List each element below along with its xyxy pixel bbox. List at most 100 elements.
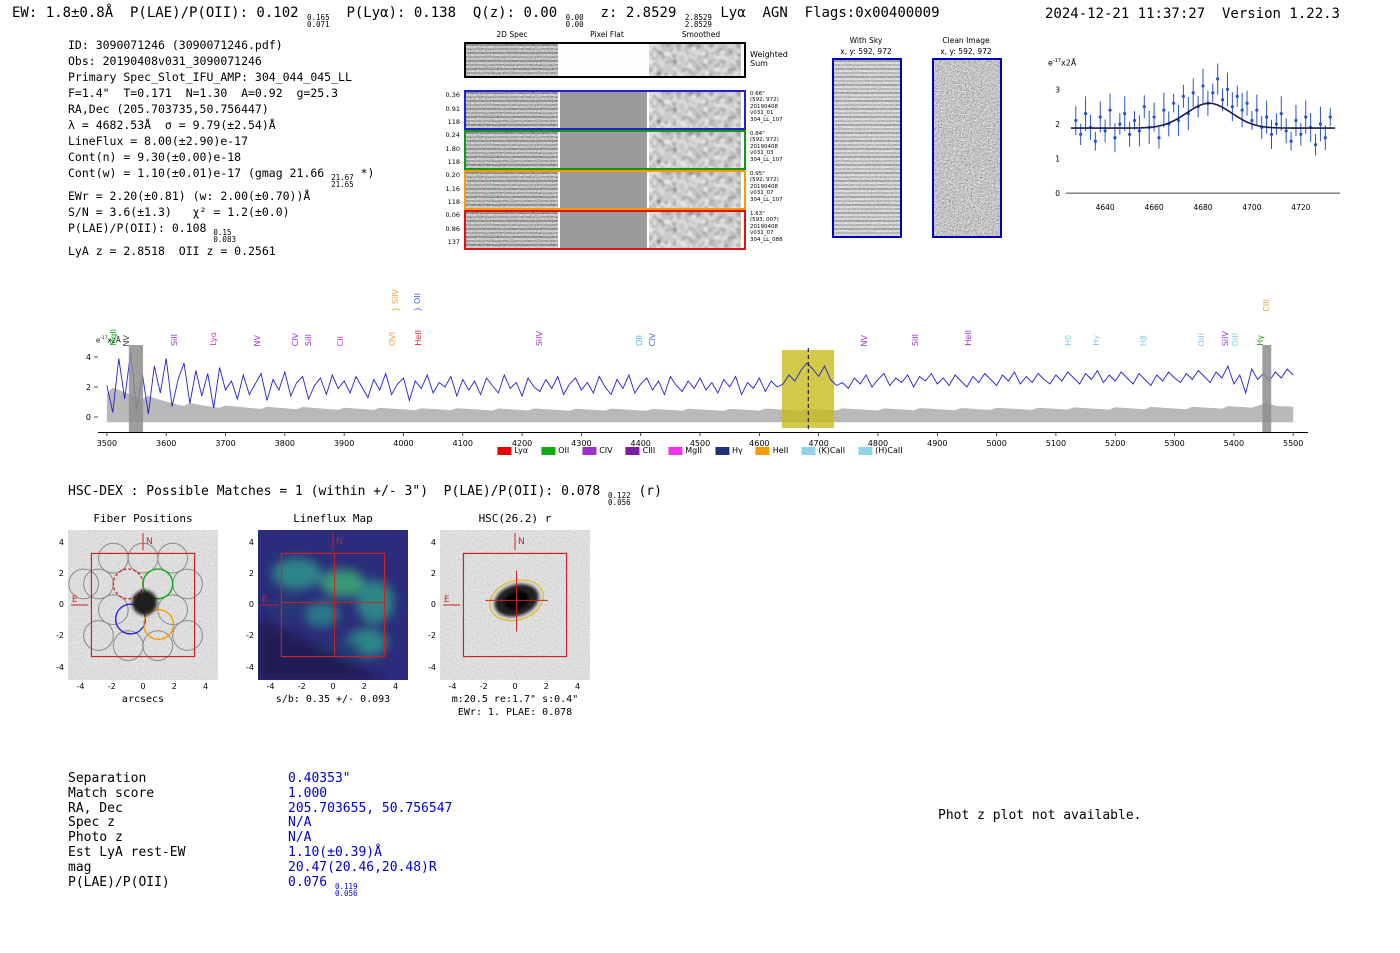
- emission-line-label-OIII: OIII: [1196, 332, 1206, 346]
- row2-smoothed-noise: [649, 172, 741, 208]
- emission-line-label-H: Hδ: [1063, 335, 1073, 346]
- data-point: [1279, 111, 1283, 116]
- legend-item-H: Hγ: [714, 446, 743, 455]
- emission-line-label-SiIV: } SiIV: [391, 289, 401, 312]
- masked-band: [128, 345, 144, 432]
- data-point: [1172, 101, 1176, 105]
- match-table-label: Separation: [68, 771, 147, 786]
- text-run: N/A: [288, 830, 312, 846]
- legend-label: CIII: [642, 446, 656, 455]
- match-table-label: P(LAE)/P(OII): [68, 874, 170, 890]
- text-run: 205.703655, 50.756547: [288, 800, 453, 816]
- withsky-image: [832, 58, 902, 238]
- text-run: S/N = 3.6(±1.3) χ² = 1.2(±0.0): [68, 205, 290, 219]
- match-table-row-5: Est LyA rest-EW 1.10(±0.39)Å: [68, 845, 452, 861]
- emission-line-label-SiII: SiII: [169, 333, 179, 346]
- legend-label: CIV: [599, 446, 613, 455]
- row1-pixelflat: [560, 132, 647, 168]
- row2-meta: 0.95" (592, 972) 20190408 v031_07 304_LL_107: [750, 171, 796, 203]
- match-table-value: 20.47(20.46,20.48)R: [288, 860, 437, 876]
- info-line-4: RA,Dec (205.703735,50.756447): [68, 101, 374, 117]
- y-tick-label: 2: [86, 383, 91, 392]
- emission-line-label-SiII: SiII: [303, 333, 313, 346]
- data-point: [1289, 139, 1293, 143]
- clean-title: Clean Image: [942, 36, 990, 45]
- emission-line-label-CII: CII: [335, 335, 345, 346]
- spec2d-row-0: [464, 90, 746, 130]
- info-line-11: P(LAE)/P(OII): 0.108 0.15 0.083: [68, 220, 374, 243]
- header-stacked-uncertainty: 0.00 0.00: [565, 14, 584, 29]
- text-run: Primary Spec_Slot_IFU_AMP: 304_044_045_L…: [68, 70, 352, 84]
- data-point: [1191, 91, 1195, 95]
- fit-xtick: 4680: [1193, 203, 1212, 212]
- row2-2dspec-stripes: [466, 172, 558, 208]
- match-value-stacked-uncertainty: 0.119 0.056: [335, 882, 358, 897]
- legend-swatch: [801, 446, 816, 455]
- header-datetime-version: 2024-12-21 11:37:27 Version 1.22.3: [1044, 6, 1340, 22]
- match-table-value: N/A: [288, 815, 312, 831]
- hsc-caption-2: EWr: 1. PLAE: 0.078: [457, 707, 573, 718]
- text-run: HSC-DEX : Possible Matches = 1 (within +…: [68, 484, 609, 499]
- x-tick-label: 3800: [275, 439, 295, 448]
- text-run: 0.076: [288, 874, 335, 890]
- fiber-positions-cutout: NE: [68, 530, 218, 680]
- cutout1-xtick: 2: [361, 682, 367, 691]
- text-run: N/A: [288, 815, 312, 831]
- cutout2-xtick: -2: [479, 682, 488, 691]
- fit-ytick: 3: [1055, 85, 1060, 94]
- fit-ytick: 1: [1055, 155, 1060, 164]
- match-table-value: 205.703655, 50.756547: [288, 800, 453, 817]
- info-line-12: LyA z = 2.8518 OII z = 0.2561: [68, 243, 374, 259]
- line-fit-plot: 0 1 2 3 4640 4660 4680 4700 4720: [1055, 63, 1340, 212]
- row3-pixelflat: [560, 212, 647, 248]
- y-tick-label: 4: [86, 353, 91, 362]
- cutout1-xtick: 4: [392, 682, 399, 691]
- detection-highlight-band: [781, 350, 835, 428]
- lower-value: 21.65: [331, 180, 354, 189]
- row0-meta-line4: 304_LL_107: [750, 116, 783, 123]
- text-run: LyA z = 2.8518 OII z = 0.2561: [68, 244, 276, 258]
- emission-line-label-Ly: Lyα: [208, 332, 218, 346]
- fit-plot-units-label: e-17x2Å: [1048, 58, 1076, 68]
- cutout0-ytick: -2: [56, 631, 64, 641]
- cutout0-xtick: -2: [107, 682, 116, 691]
- row0-smoothed-noise: [649, 92, 741, 128]
- spectrum-legend: Lyα OII CIV CIII MgII Hγ HeII (K)CaII (H)CaII: [497, 446, 903, 455]
- hsc-dex-match-line: HSC-DEX : Possible Matches = 1 (within +…: [68, 484, 662, 506]
- row2-2dspec: [466, 172, 558, 208]
- data-point: [1128, 132, 1132, 136]
- match-table-value: 1.000: [288, 786, 327, 802]
- emission-line-label-OII: OII: [634, 334, 644, 346]
- cutout0-ytick: 0: [58, 600, 64, 609]
- cutout0-xtick: 0: [140, 682, 146, 691]
- row2-meta-line4: 304_LL_107: [750, 196, 783, 203]
- lower-value: 0.00: [565, 20, 584, 29]
- x-tick-label: 5000: [986, 439, 1006, 448]
- data-point: [1162, 108, 1166, 112]
- data-point: [1225, 87, 1230, 91]
- emission-line-label-CIV: CIV: [290, 332, 300, 346]
- catalog-match-table: Separation 0.40353" Match score 1.000 RA, De…: [68, 771, 453, 897]
- info-line-8: Cont(w) = 1.10(±0.01)e-17 (gmag 21.66 21…: [68, 165, 374, 188]
- emission-line-label-CIII: CIII: [1262, 299, 1272, 312]
- cutout2-ytick: -2: [428, 631, 436, 641]
- row2-weights: 0.20 1.16 118: [436, 170, 462, 210]
- source-blob: [132, 590, 158, 616]
- x-tick-label: 5300: [1164, 439, 1184, 448]
- text-run: Cont(n) = 9.30(±0.00)e-18: [68, 150, 242, 164]
- east-label: E: [72, 595, 78, 605]
- legend-label: MgII: [685, 446, 702, 455]
- legend-item-HeII: HeII: [755, 446, 788, 455]
- text-run: RA,Dec (205.703735,50.756447): [68, 102, 269, 116]
- row1-smoothed: [649, 132, 741, 168]
- data-point: [1230, 105, 1234, 109]
- legend-label: (K)CaII: [818, 446, 846, 455]
- data-point: [1220, 98, 1225, 102]
- data-point: [1235, 94, 1239, 98]
- flux-blob: [320, 569, 365, 598]
- emission-line-label-NV: NV: [252, 334, 262, 346]
- match-table-row-6: mag 20.47(20.46,20.48)R: [68, 860, 452, 876]
- emission-line-label-MgII: MgII: [109, 329, 118, 346]
- match-table-row-4: Photo z N/A: [68, 830, 452, 846]
- data-point: [1216, 77, 1220, 81]
